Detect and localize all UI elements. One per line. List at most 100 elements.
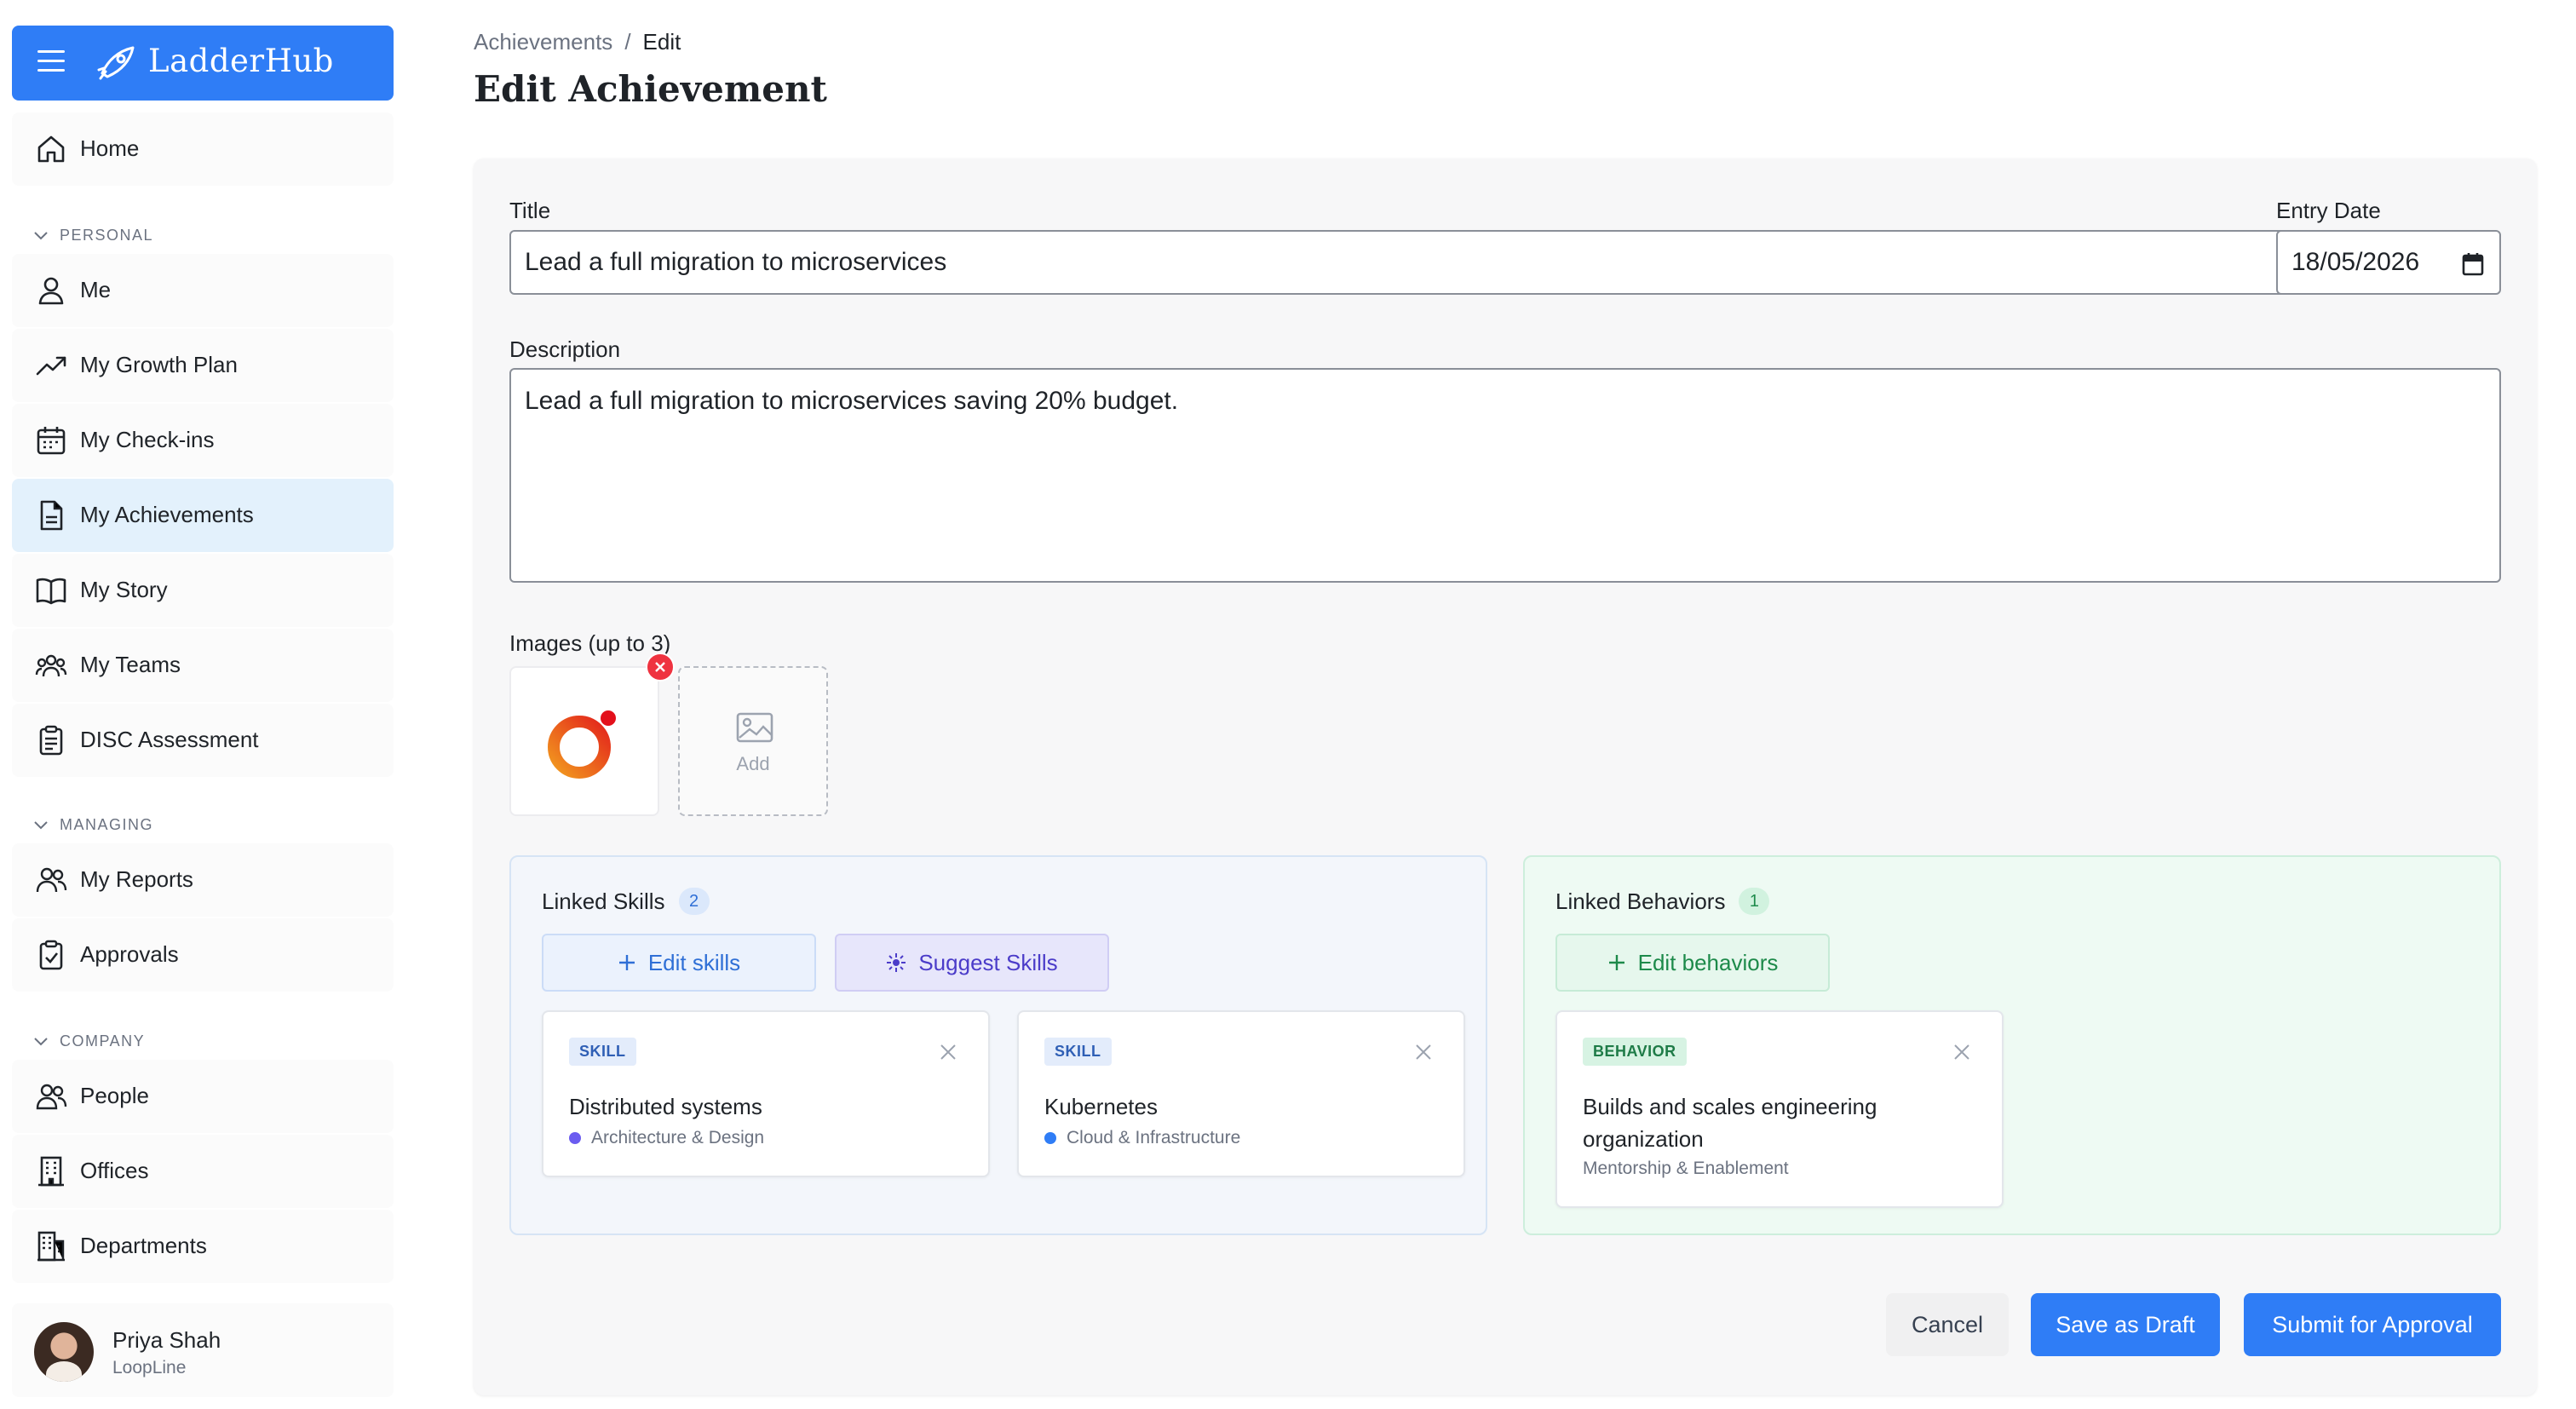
- add-image-label: Add: [736, 753, 770, 774]
- image-icon: [736, 712, 773, 743]
- nav-home-label: Home: [80, 135, 140, 161]
- description-textarea[interactable]: Lead a full migration to microservices s…: [509, 368, 2501, 583]
- nav-reports-label: My Reports: [80, 866, 193, 892]
- nav-home[interactable]: Home: [12, 112, 394, 186]
- plus-icon: [1608, 955, 1624, 970]
- save-draft-button[interactable]: Save as Draft: [2031, 1293, 2220, 1356]
- remove-behavior-icon[interactable]: [1952, 1043, 1971, 1061]
- entry-date-label: Entry Date: [2276, 198, 2381, 223]
- app-root: LadderHub Home PERSONAL Me My Growth Pla…: [0, 0, 2576, 1409]
- skill-category-label: Architecture & Design: [591, 1128, 765, 1147]
- chevron-down-icon: [34, 231, 48, 239]
- nav-growth-plan[interactable]: My Growth Plan: [12, 329, 394, 402]
- nav-story-label: My Story: [80, 577, 168, 602]
- section-personal[interactable]: PERSONAL: [32, 227, 153, 244]
- entry-date-value: 18/05/2026: [2291, 248, 2420, 276]
- skill-category: Cloud & Infrastructure: [1044, 1128, 1240, 1148]
- linked-behaviors-title: Linked Behaviors: [1555, 888, 1726, 914]
- cancel-button[interactable]: Cancel: [1886, 1293, 2009, 1356]
- nav-departments[interactable]: Departments: [12, 1210, 394, 1283]
- add-image-button[interactable]: Add: [678, 666, 828, 816]
- chevron-down-icon: [34, 820, 48, 829]
- clipboard-icon: [39, 725, 63, 756]
- linked-skills-panel: Linked Skills 2 Edit skills Suggest Skil…: [509, 855, 1487, 1235]
- brand-bar: LadderHub: [12, 26, 394, 101]
- category-dot: [1044, 1132, 1056, 1144]
- title-input[interactable]: Lead a full migration to microservices: [509, 230, 2305, 295]
- section-managing-label: MANAGING: [60, 816, 154, 833]
- nav-check-ins-label: My Check-ins: [80, 427, 215, 452]
- calendar-picker-icon[interactable]: [2462, 252, 2484, 276]
- building-icon: [38, 1156, 64, 1187]
- plus-icon: [618, 955, 635, 970]
- nav-growth-plan-label: My Growth Plan: [80, 352, 238, 377]
- behavior-tag: BEHAVIOR: [1583, 1038, 1687, 1066]
- nav-offices-label: Offices: [80, 1158, 149, 1183]
- nav-check-ins[interactable]: My Check-ins: [12, 404, 394, 477]
- clipboard-check-icon: [39, 940, 63, 970]
- nav-achievements[interactable]: My Achievements: [12, 479, 394, 552]
- linked-skills-header: Linked Skills 2: [542, 888, 710, 915]
- users-icon: [36, 867, 67, 893]
- buildings-icon: [37, 1231, 65, 1262]
- section-company[interactable]: COMPANY: [32, 1032, 145, 1050]
- remove-image-button[interactable]: [646, 653, 675, 681]
- nav-disc[interactable]: DISC Assessment: [12, 704, 394, 777]
- linked-behaviors-header: Linked Behaviors 1: [1555, 888, 1770, 915]
- skill-category-label: Cloud & Infrastructure: [1067, 1128, 1241, 1147]
- linked-skills-count-badge: 2: [678, 888, 710, 915]
- edit-behaviors-button[interactable]: Edit behaviors: [1555, 934, 1830, 992]
- nav-story[interactable]: My Story: [12, 554, 394, 627]
- nav-people[interactable]: People: [12, 1060, 394, 1133]
- behavior-category: Mentorship & Enablement: [1583, 1159, 1789, 1179]
- sidebar: LadderHub Home PERSONAL Me My Growth Pla…: [0, 0, 399, 1409]
- nav-disc-label: DISC Assessment: [80, 727, 259, 752]
- nav-offices[interactable]: Offices: [12, 1135, 394, 1208]
- breadcrumb-achievements[interactable]: Achievements: [474, 29, 612, 55]
- people-icon: [36, 1084, 67, 1110]
- remove-skill-icon[interactable]: [1414, 1043, 1433, 1061]
- trending-up-icon: [36, 356, 66, 376]
- edit-skills-label: Edit skills: [647, 949, 741, 975]
- skill-name: Distributed systems: [569, 1094, 762, 1119]
- behavior-category-label: Mentorship & Enablement: [1583, 1159, 1789, 1178]
- entry-date-input[interactable]: 18/05/2026: [2276, 230, 2501, 295]
- behavior-name: Builds and scales engineering organizati…: [1583, 1094, 1877, 1152]
- nav-approvals[interactable]: Approvals: [12, 918, 394, 992]
- hamburger-menu-icon[interactable]: [37, 50, 65, 76]
- title-label: Title: [509, 198, 551, 223]
- remove-skill-icon[interactable]: [939, 1043, 957, 1061]
- breadcrumb: Achievements / Edit: [474, 29, 681, 55]
- nav-reports[interactable]: My Reports: [12, 843, 394, 917]
- user-name: Priya Shah: [112, 1327, 221, 1353]
- nav-teams-label: My Teams: [80, 652, 181, 677]
- breadcrumb-current: Edit: [642, 29, 681, 55]
- section-personal-label: PERSONAL: [60, 227, 154, 244]
- sparkle-icon: [887, 953, 906, 972]
- user-icon: [38, 277, 64, 305]
- section-company-label: COMPANY: [60, 1032, 146, 1050]
- app-name[interactable]: LadderHub: [148, 43, 334, 79]
- nav-teams[interactable]: My Teams: [12, 629, 394, 702]
- suggest-skills-button[interactable]: Suggest Skills: [835, 934, 1109, 992]
- skill-name: Kubernetes: [1044, 1094, 1158, 1119]
- document-icon: [40, 500, 63, 531]
- title-input-value: Lead a full migration to microservices: [525, 248, 947, 276]
- skill-tag: SKILL: [569, 1038, 636, 1066]
- breadcrumb-separator: /: [624, 29, 631, 55]
- nav-me-label: Me: [80, 277, 112, 302]
- close-icon: [655, 662, 665, 672]
- edit-behaviors-label: Edit behaviors: [1637, 949, 1779, 975]
- skill-card: SKILL Distributed systems Architecture &…: [542, 1010, 990, 1177]
- section-managing[interactable]: MANAGING: [32, 816, 153, 834]
- image-thumbnail[interactable]: [509, 653, 675, 816]
- description-value: Lead a full migration to microservices s…: [525, 387, 1179, 415]
- nav-me[interactable]: Me: [12, 254, 394, 327]
- home-icon: [37, 135, 65, 163]
- submit-approval-button[interactable]: Submit for Approval: [2244, 1293, 2501, 1356]
- user-profile[interactable]: Priya Shah LoopLine: [12, 1303, 394, 1397]
- user-org: LoopLine: [112, 1358, 187, 1377]
- behavior-card: BEHAVIOR Builds and scales engineering o…: [1555, 1010, 2004, 1208]
- chevron-down-icon: [34, 1037, 48, 1045]
- edit-skills-button[interactable]: Edit skills: [542, 934, 816, 992]
